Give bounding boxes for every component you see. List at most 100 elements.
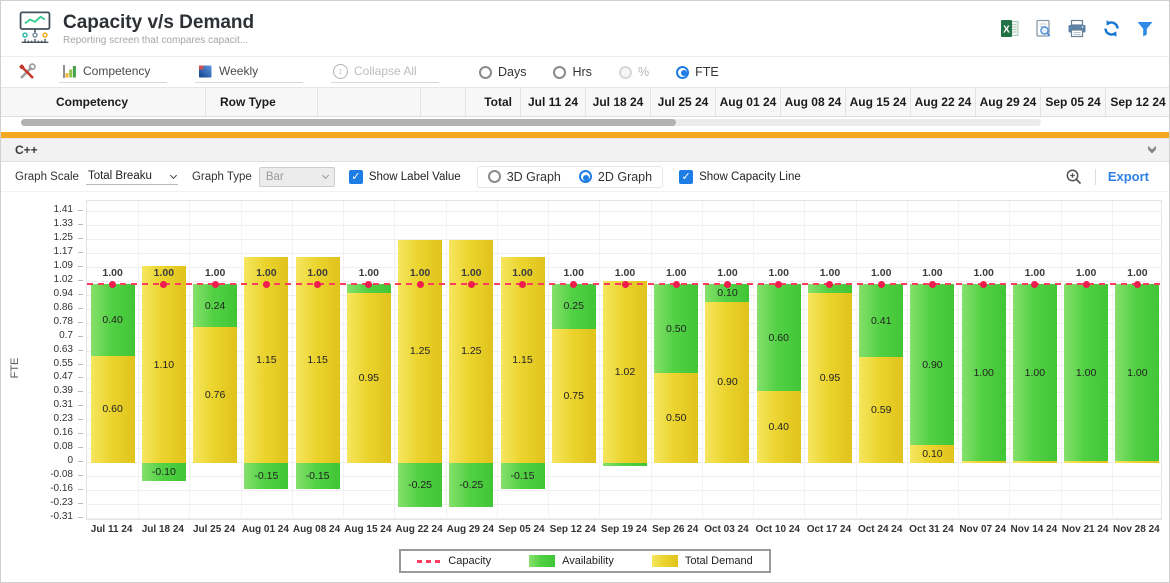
demand-bar-segment[interactable] <box>603 280 647 463</box>
refresh-icon[interactable] <box>1101 19 1121 39</box>
demand-bar-segment[interactable] <box>500 257 545 463</box>
availability-bar-segment[interactable] <box>654 284 699 374</box>
section-header[interactable]: C++ <box>1 138 1169 162</box>
capacity-value-label: 1.00 <box>358 267 380 280</box>
capacity-point <box>467 281 475 289</box>
export-button[interactable]: Export <box>1108 169 1149 184</box>
availability-bar-segment[interactable] <box>449 462 494 508</box>
capacity-point <box>672 281 680 289</box>
capacity-value-label: 1.00 <box>461 267 482 280</box>
availability-bar-segment[interactable] <box>398 462 443 508</box>
availability-bar-segment[interactable] <box>244 462 289 490</box>
y-tick-mark <box>78 349 83 351</box>
scrollbar-thumb[interactable] <box>21 119 676 126</box>
radio-unselected-icon <box>487 170 501 183</box>
legend-item: Availability <box>529 555 614 567</box>
availability-bar-segment[interactable] <box>90 284 135 356</box>
3d-graph-radio[interactable]: 3D Graph <box>487 170 561 184</box>
demand-bar-segment[interactable] <box>807 293 852 463</box>
availability-bar-segment[interactable] <box>961 284 1006 463</box>
y-tick-label: 0.08 <box>53 441 73 453</box>
demand-bar-segment[interactable] <box>654 373 699 463</box>
capacity-value-label: 1.00 <box>307 267 328 280</box>
gridline-h <box>87 252 1161 254</box>
show-capacity-line-checkbox[interactable]: ✓ Show Capacity Line <box>679 169 801 184</box>
show-label-value-checkbox[interactable]: ✓ Show Label Value <box>348 169 461 184</box>
capacity-value-label: 1.00 <box>102 267 123 280</box>
availability-bar-segment[interactable] <box>193 284 238 327</box>
capacity-value-label: 1.00 <box>153 267 175 280</box>
radio-unselected-icon <box>618 65 632 79</box>
scrollbar-row <box>1 117 1169 129</box>
y-tick-label: 1.41 <box>53 204 73 215</box>
checkbox-checked-icon: ✓ <box>348 169 363 184</box>
demand-bar-segment[interactable] <box>705 302 750 463</box>
demand-bar-segment[interactable] <box>961 460 1006 463</box>
availability-bar-segment[interactable] <box>141 462 186 481</box>
availability-bar-segment[interactable] <box>859 284 904 358</box>
weekly-dropdown[interactable]: Weekly <box>195 61 303 83</box>
y-tick-mark <box>78 293 83 295</box>
gridline-v <box>291 201 293 519</box>
table-header-date-cell: Aug 15 24 <box>846 88 911 116</box>
show-label-value-label: Show Label Value <box>368 170 461 183</box>
demand-bar-segment[interactable] <box>193 327 238 463</box>
availability-bar-segment[interactable] <box>1012 284 1057 463</box>
availability-bar-segment[interactable] <box>500 462 545 490</box>
print-preview-icon[interactable] <box>1033 19 1053 39</box>
demand-bar-segment[interactable] <box>244 257 289 463</box>
availability-bar-segment[interactable] <box>756 284 801 392</box>
availability-bar-segment[interactable] <box>295 462 340 490</box>
demand-bar-segment[interactable] <box>90 355 135 463</box>
unit-radio-hrs[interactable]: Hrs <box>553 65 592 79</box>
demand-bar-segment[interactable] <box>910 444 955 463</box>
graph-scale-dropdown[interactable]: Total Breaku <box>85 168 178 185</box>
demand-bar-segment[interactable] <box>859 357 904 463</box>
legend-label: Total Demand <box>684 555 753 567</box>
chevron-down-icon <box>169 171 177 179</box>
capacity-value-label: 1.00 <box>409 267 431 280</box>
demand-bar-segment[interactable] <box>756 391 801 463</box>
demand-bar-segment[interactable] <box>141 266 186 463</box>
availability-bar-segment[interactable] <box>1064 284 1109 463</box>
x-axis-label: Oct 17 24 <box>806 524 852 535</box>
demand-bar-segment[interactable] <box>551 328 596 463</box>
y-tick-mark <box>78 210 83 211</box>
filter-icon[interactable] <box>1135 19 1155 39</box>
availability-bar-segment[interactable] <box>910 284 955 445</box>
demand-bar-segment[interactable] <box>1115 460 1160 463</box>
2d-graph-radio[interactable]: 2D Graph <box>578 170 652 184</box>
y-tick-label: -0.23 <box>50 497 73 509</box>
gridline-h <box>87 518 1161 519</box>
demand-bar-segment[interactable] <box>295 257 340 463</box>
y-tick-mark <box>78 503 83 505</box>
y-tick-label: 0 <box>67 455 73 467</box>
excel-export-icon[interactable]: X <box>999 19 1019 39</box>
availability-bar-segment[interactable] <box>1115 284 1160 463</box>
section-title: C++ <box>15 143 38 157</box>
legend-label: Capacity <box>448 555 492 567</box>
demand-bar-segment[interactable] <box>1064 460 1109 463</box>
tools-icon[interactable] <box>17 62 37 82</box>
availability-bar-segment[interactable] <box>603 462 647 467</box>
competency-dropdown-label: Competency <box>83 64 151 78</box>
x-axis-label: Jul 25 24 <box>192 524 236 535</box>
zoom-in-icon[interactable] <box>1065 168 1083 186</box>
print-icon[interactable] <box>1067 19 1087 39</box>
unit-radio-days[interactable]: Days <box>479 65 526 79</box>
competency-dropdown[interactable]: Competency <box>59 61 167 83</box>
horizontal-scrollbar[interactable] <box>21 119 1041 126</box>
x-axis-label: Nov 14 24 <box>1010 524 1058 535</box>
weekly-dropdown-label: Weekly <box>219 64 259 78</box>
availability-bar-segment[interactable] <box>551 284 596 329</box>
table-header-date-cell: Sep 05 24 <box>1041 88 1106 116</box>
legend-item: Total Demand <box>651 555 753 567</box>
x-axis-label: Jul 11 24 <box>90 524 133 535</box>
demand-bar-segment[interactable] <box>1012 460 1057 463</box>
y-tick-mark <box>78 335 83 337</box>
gridline-v <box>855 201 857 519</box>
y-tick-mark <box>78 419 83 421</box>
demand-bar-segment[interactable] <box>346 293 391 463</box>
collapse-section-icon[interactable] <box>1147 142 1157 154</box>
unit-radio-fte[interactable]: FTE <box>676 65 719 79</box>
